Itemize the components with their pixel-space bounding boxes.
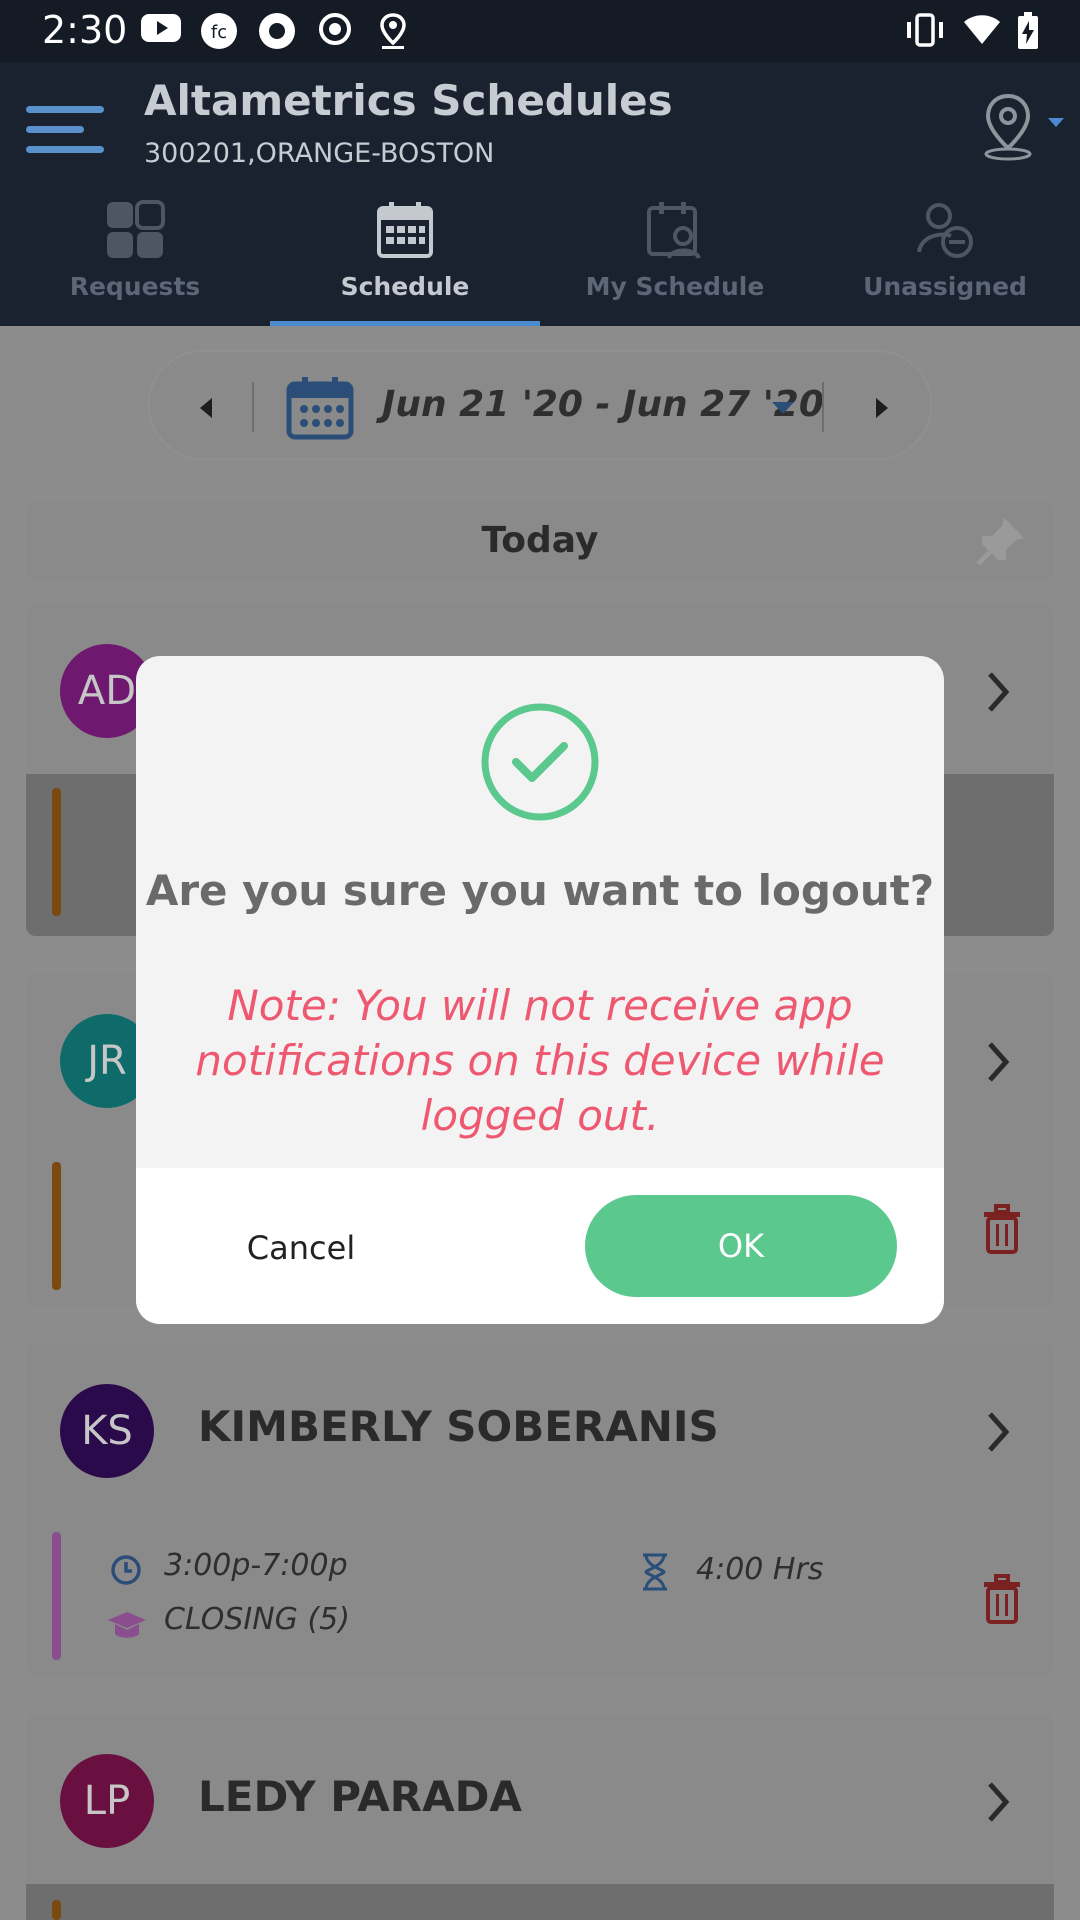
tab-my-schedule-label: My Schedule (585, 272, 765, 301)
logout-dialog: Are you sure you want to logout? Note: Y… (136, 656, 944, 1324)
today-header: Today (26, 502, 1054, 580)
shift-hours: 4:00 Hrs (696, 1552, 824, 1587)
chevron-right-icon[interactable] (984, 1038, 1014, 1086)
tab-requests-label: Requests (69, 272, 201, 301)
hourglass-icon (643, 1553, 667, 1591)
clock-icon (111, 1555, 141, 1585)
battery-charging-icon (1018, 12, 1038, 49)
ok-button[interactable]: OK (585, 1195, 897, 1297)
camera-shutter-icon (259, 13, 295, 49)
avatar: KS (60, 1384, 154, 1478)
record-icon (319, 13, 351, 45)
status-bar: 2:30 fc (0, 0, 1080, 62)
employee-name: LEDY PARADA (198, 1772, 522, 1821)
user-minus-icon (917, 203, 973, 258)
shift-color-bar (52, 1532, 61, 1660)
fc-icon: fc (201, 13, 237, 49)
map-pin-icon (984, 93, 1064, 161)
pin-icon[interactable] (974, 514, 1028, 568)
location-pin-icon (380, 13, 406, 49)
tab-schedule[interactable]: Schedule (270, 190, 540, 326)
chevron-right-icon[interactable] (984, 1778, 1014, 1826)
next-week-button[interactable] (868, 388, 898, 428)
shift-role: CLOSING (5) (164, 1602, 350, 1637)
wifi-icon (964, 15, 1000, 44)
tab-requests[interactable]: Requests (0, 190, 270, 326)
shift-color-bar (52, 1162, 61, 1290)
calendar-icon[interactable] (286, 376, 354, 440)
graduation-cap-icon (108, 1612, 146, 1638)
dialog-note: Note: You will not receive app notificat… (195, 981, 885, 1140)
store-subtitle: 300201,ORANGE-BOSTON (144, 138, 495, 169)
svg-text:fc: fc (211, 22, 227, 43)
previous-week-button[interactable] (190, 388, 220, 428)
avatar: LP (60, 1754, 154, 1848)
employee-card[interactable]: LP LEDY PARADA (26, 1714, 1054, 1920)
check-circle-icon (481, 703, 599, 821)
youtube-icon (141, 14, 181, 42)
shift-color-bar (52, 1900, 61, 1920)
app-header: Altametrics Schedules 300201,ORANGE-BOST… (0, 62, 1080, 326)
divider (822, 382, 824, 432)
tab-my-schedule[interactable]: My Schedule (540, 190, 810, 326)
trash-icon[interactable] (980, 1204, 1024, 1254)
divider (252, 382, 254, 432)
date-range-label[interactable]: Jun 21 '20 - Jun 27 '20 (382, 384, 824, 425)
cancel-button[interactable]: Cancel (186, 1198, 416, 1298)
location-selector-button[interactable] (980, 92, 1070, 162)
trash-icon[interactable] (980, 1574, 1024, 1624)
calendar-icon (377, 202, 433, 258)
status-time: 2:30 (42, 8, 128, 52)
chevron-down-icon (1048, 118, 1064, 127)
dialog-question: Are you sure you want to logout? (145, 866, 935, 915)
app-title: Altametrics Schedules (144, 76, 673, 125)
employee-name: KIMBERLY SOBERANIS (198, 1402, 719, 1451)
shift-time: 3:00p-7:00p (164, 1548, 348, 1583)
today-label: Today (481, 520, 599, 561)
chevron-right-icon[interactable] (984, 1408, 1014, 1456)
tab-unassigned-label: Unassigned (863, 272, 1027, 301)
grid-icon (107, 200, 165, 258)
tab-bar: Requests Schedule My Schedule Unassigned (0, 190, 1080, 326)
shift-details (26, 1884, 1054, 1920)
dialog-actions: Cancel OK (136, 1168, 944, 1324)
tab-unassigned[interactable]: Unassigned (810, 190, 1080, 326)
chevron-down-icon[interactable] (770, 400, 796, 416)
chevron-right-icon[interactable] (984, 668, 1014, 716)
shift-color-bar (52, 788, 61, 916)
employee-card[interactable]: KS KIMBERLY SOBERANIS 3:00p-7:00p CLOSIN… (26, 1344, 1054, 1676)
vibrate-icon (907, 13, 943, 47)
menu-button[interactable] (26, 102, 106, 158)
tab-schedule-label: Schedule (340, 272, 470, 301)
date-range-navigator: Jun 21 '20 - Jun 27 '20 (148, 350, 932, 460)
calendar-user-icon (647, 202, 701, 260)
